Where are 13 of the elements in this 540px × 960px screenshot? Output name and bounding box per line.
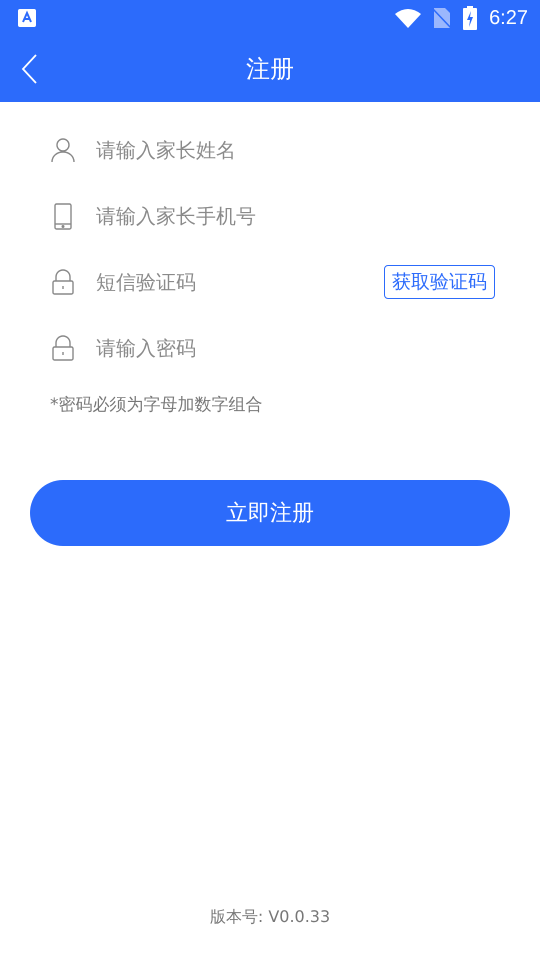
wifi-icon	[395, 8, 422, 28]
password-hint: *密码必须为字母加数字组合	[50, 394, 264, 416]
page-title: 注册	[246, 54, 294, 85]
lock-icon	[50, 268, 76, 296]
lock-icon	[50, 334, 76, 362]
version-label: 版本号: V0.0.33	[210, 907, 330, 928]
person-icon	[50, 136, 76, 164]
get-code-button[interactable]: 获取验证码	[384, 265, 495, 299]
keyboard-icon	[18, 9, 36, 27]
no-sim-icon	[433, 7, 452, 29]
register-button[interactable]: 立即注册	[30, 480, 510, 546]
status-time: 6:27	[489, 6, 528, 30]
battery-icon	[463, 6, 478, 30]
